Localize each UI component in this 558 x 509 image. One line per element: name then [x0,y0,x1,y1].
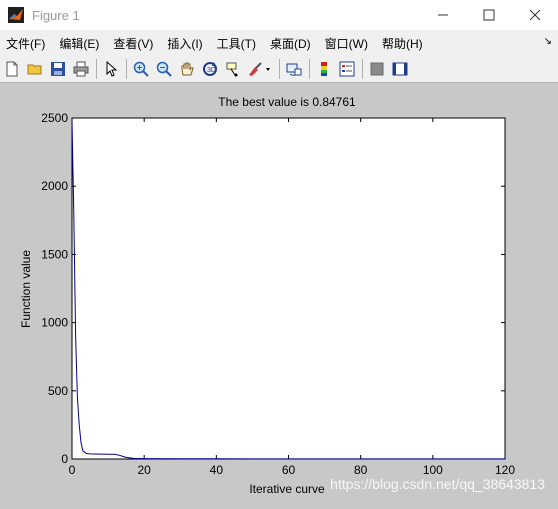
y-axis-label: Function value [19,250,33,328]
x-tick-label: 120 [495,463,515,477]
zoom-in-icon [133,61,149,77]
toolbar-separator [362,59,363,79]
plot-axes[interactable] [71,117,506,460]
svg-text:3D: 3D [207,67,216,74]
x-axis-label: Iterative curve [249,482,325,496]
menubar: 文件(F) 编辑(E) 查看(V) 插入(I) 工具(T) 桌面(D) 窗口(W… [0,30,558,56]
watermark: https://blog.csdn.net/qq_38643813 [330,476,545,492]
show-plot-tools-icon [392,62,408,76]
menu-insert[interactable]: 插入(I) [163,35,206,52]
link-icon [286,63,302,76]
toolbar-separator [309,59,310,79]
close-button[interactable] [512,0,558,30]
maximize-icon [483,9,495,21]
show-plot-tools-button[interactable] [390,59,410,79]
hide-plot-tools-icon [370,62,384,76]
rotate-3d-button[interactable]: 3D [200,59,220,79]
menu-file[interactable]: 文件(F) [2,35,49,52]
x-tick-label: 20 [137,463,151,477]
rotate-icon: 3D [203,62,217,76]
maximize-button[interactable] [466,0,512,30]
data-cursor-button[interactable] [223,59,243,79]
toolbar-separator [126,59,127,79]
x-tick-label: 40 [210,463,224,477]
figure-canvas: The best value is 0.84761 0 500 1000 1500 20… [0,84,558,504]
open-icon [27,64,42,75]
close-icon [529,9,541,21]
menu-edit[interactable]: 编辑(E) [55,35,103,52]
y-tick-label: 1000 [41,316,68,330]
pan-icon [181,62,194,76]
toolbar-separator [96,59,97,79]
insert-colorbar-button[interactable] [314,59,334,79]
brush-icon [249,62,270,76]
new-figure-icon [6,61,18,77]
zoom-in-button[interactable] [131,59,151,79]
x-tick-label: 0 [69,463,76,477]
y-tick-label: 2500 [41,111,68,125]
x-tick-label: 100 [423,463,443,477]
y-tick-label: 1500 [41,247,68,261]
window-titlebar: Figure 1 [0,0,558,30]
hide-plot-tools-button[interactable] [367,59,387,79]
print-button[interactable] [71,59,91,79]
menu-desktop[interactable]: 桌面(D) [266,35,315,52]
figure-toolbar: 3D [0,56,558,83]
save-button[interactable] [48,59,68,79]
zoom-out-button[interactable] [154,59,174,79]
menu-view[interactable]: 查看(V) [109,35,157,52]
brush-button[interactable] [246,59,274,79]
data-cursor-icon [226,62,238,77]
chart-title: The best value is 0.84761 [218,95,356,109]
toolbar-separator [279,59,280,79]
x-tick-label: 60 [282,463,296,477]
menubar-dock-arrow[interactable]: ↘ [544,36,552,47]
menu-help[interactable]: 帮助(H) [378,35,427,52]
open-button[interactable] [25,59,45,79]
matlab-logo-icon [8,7,24,23]
window-title: Figure 1 [32,7,80,23]
y-tick-label: 500 [48,384,68,398]
minimize-button[interactable] [420,0,466,30]
pointer-icon [106,61,118,77]
edit-plot-button[interactable] [101,59,121,79]
new-figure-button[interactable] [2,59,22,79]
y-tick-label: 0 [61,452,68,466]
minimize-icon [438,14,448,16]
zoom-out-icon [156,61,172,77]
menu-tools[interactable]: 工具(T) [213,35,260,52]
line-chart[interactable]: The best value is 0.84761 05001000150020… [0,84,558,504]
legend-icon [339,61,355,77]
window-controls [420,0,558,30]
print-icon [73,61,89,77]
insert-legend-button[interactable] [337,59,357,79]
menu-window[interactable]: 窗口(W) [321,35,372,52]
y-tick-label: 2000 [41,179,68,193]
save-icon [51,62,65,76]
colorbar-icon [321,62,327,76]
x-tick-label: 80 [354,463,368,477]
link-plot-button[interactable] [284,59,304,79]
pan-button[interactable] [177,59,197,79]
